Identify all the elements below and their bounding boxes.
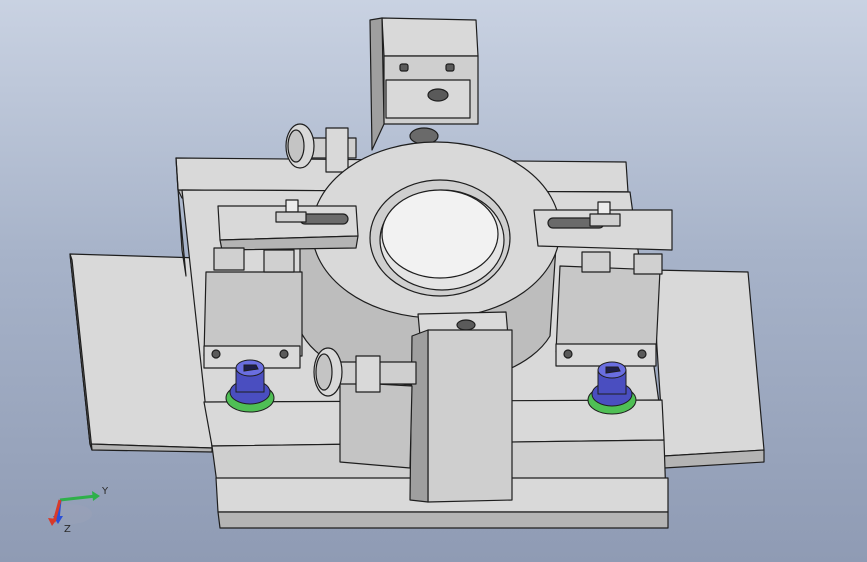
left-wing-plate xyxy=(69,253,213,453)
graphics-viewport[interactable]: Y Z xyxy=(0,0,867,562)
fixture-3d-model[interactable] xyxy=(0,0,867,562)
view-orientation-triad[interactable]: Y Z xyxy=(44,478,114,538)
z-axis-label: Z xyxy=(64,524,71,535)
right-clamp-block xyxy=(555,251,663,367)
left-clamp-strap xyxy=(217,199,359,251)
y-axis-label: Y xyxy=(101,486,109,497)
right-wing-plate xyxy=(651,269,765,469)
rear-upright xyxy=(369,17,479,151)
y-axis-arrow xyxy=(59,494,97,502)
